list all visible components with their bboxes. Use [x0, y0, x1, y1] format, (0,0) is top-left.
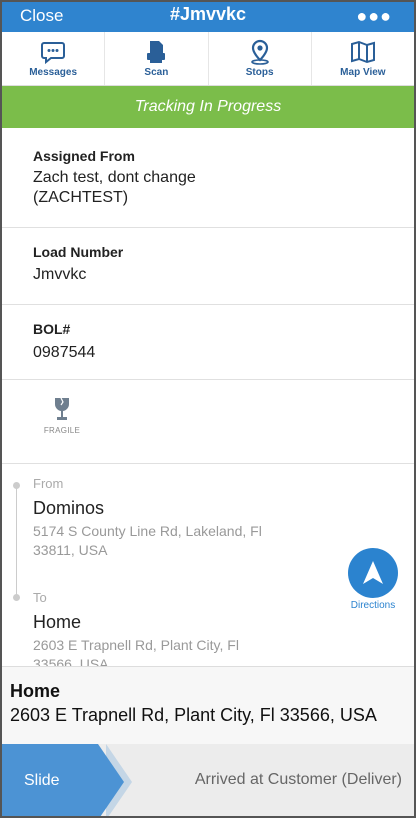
toolbar-label: Scan [144, 67, 169, 78]
directions-circle[interactable] [348, 548, 398, 598]
load-number-value: Jmvvkc [33, 266, 87, 283]
load-number-label: Load Number [33, 244, 124, 260]
overlay-address: 2603 E Trapnell Rd, Plant City, Fl 33566… [10, 705, 377, 725]
fragile-section [2, 380, 414, 464]
slide-label: Slide [24, 772, 60, 789]
toolbar-label: Stops [245, 67, 274, 78]
load-number-section: Load Number Jmvvkc [2, 228, 414, 305]
toolbar-label: Messages [29, 67, 78, 78]
toolbar-scan-button[interactable]: Scan [105, 32, 209, 85]
route-line [16, 486, 17, 596]
from-address-line1: 5174 S County Line Rd, Lakeland, Fl [33, 523, 262, 539]
toolbar-messages-button[interactable]: Messages [2, 32, 106, 85]
scan-icon [147, 41, 166, 63]
app-frame: Close #Jmvvkc ●●● Messages Scan Stops Ma… [0, 0, 416, 818]
destination-overlay: Home 2603 E Trapnell Rd, Plant City, Fl … [2, 666, 414, 744]
assigned-from-label: Assigned From [33, 148, 135, 164]
overlay-title: Home [10, 681, 61, 701]
toolbar-map-view-button[interactable]: Map View [312, 32, 414, 85]
from-address-line2: 33811, USA [33, 542, 108, 558]
assigned-from-code: (ZACHTEST) [33, 189, 129, 206]
slide-to-confirm-bar[interactable]: Slide Arrived at Customer (Deliver) [2, 744, 414, 816]
slide-handle-arrow-shadow [106, 744, 132, 816]
assigned-from-value: Zach test, dont change [33, 169, 196, 186]
navigation-arrow-icon [363, 561, 383, 584]
messages-icon [41, 42, 66, 65]
tracking-status-banner: Tracking In Progress [2, 86, 414, 128]
from-name: Dominos [33, 498, 105, 518]
more-dots-icon[interactable]: ●●● [356, 6, 392, 27]
toolbar-stops-button[interactable]: Stops [209, 32, 312, 85]
to-name: Home [33, 612, 82, 632]
map-icon [350, 40, 375, 64]
bol-section: BOL# 0987544 [2, 305, 414, 380]
to-address-line1: 2603 E Trapnell Rd, Plant City, Fl [33, 637, 239, 653]
from-label: From [33, 476, 64, 491]
top-nav-bar: Close #Jmvvkc ●●● [2, 2, 414, 32]
action-toolbar: Messages Scan Stops Map View [2, 32, 414, 86]
toolbar-label: Map View [340, 67, 386, 78]
page-title: #Jmvvkc [169, 4, 247, 24]
directions-button[interactable]: Directions [348, 548, 398, 611]
to-label: To [33, 590, 47, 605]
bol-label: BOL# [33, 321, 71, 337]
bol-value: 0987544 [33, 344, 96, 361]
stops-pin-icon [250, 39, 269, 65]
directions-label: Directions [350, 600, 396, 611]
slide-status-text: Arrived at Customer (Deliver) [194, 771, 402, 788]
route-destination-dot [13, 594, 20, 601]
assigned-from-section: Assigned From Zach test, dont change (ZA… [2, 128, 414, 228]
route-origin-dot [13, 482, 20, 489]
